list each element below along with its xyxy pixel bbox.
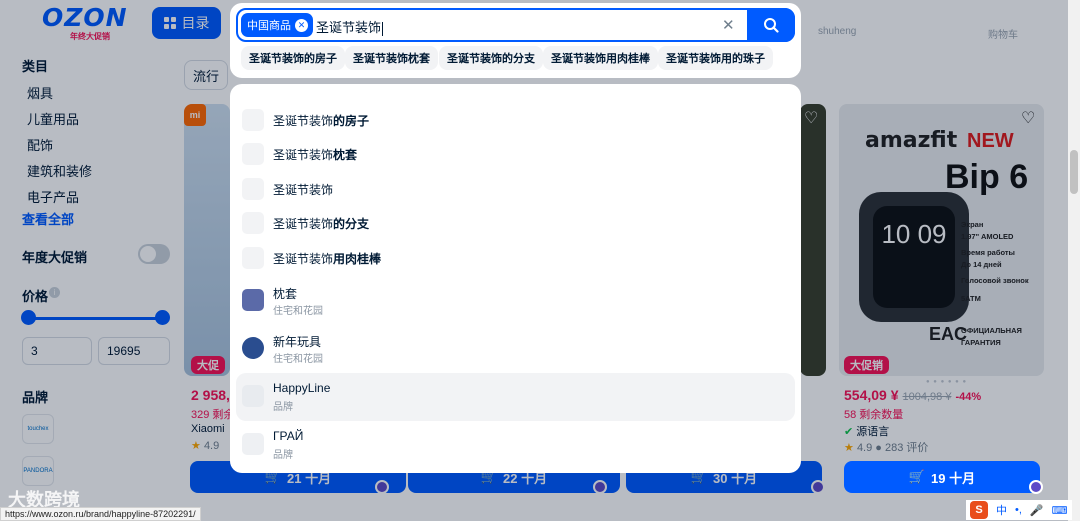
suggestion-chip[interactable]: 圣诞节装饰用的珠子 <box>658 46 773 70</box>
page-scrollbar[interactable] <box>1068 0 1080 521</box>
suggestion-chip[interactable]: 圣诞节装饰的分支 <box>439 46 543 70</box>
scrollbar-thumb[interactable] <box>1070 150 1078 194</box>
suggestion-item[interactable]: 圣诞节装饰的分支 <box>236 206 795 240</box>
search-button[interactable] <box>747 8 795 42</box>
suggestion-chip[interactable]: 圣诞节装饰用肉桂棒 <box>543 46 658 70</box>
keyboard-icon[interactable]: ⌨ <box>1052 504 1068 517</box>
suggestion-icon <box>242 212 264 234</box>
suggestion-item[interactable]: 圣诞节装饰用肉桂棒 <box>236 241 795 275</box>
ime-logo-icon: S <box>970 501 988 519</box>
promo-icon[interactable] <box>1029 480 1043 494</box>
search-query[interactable]: 圣诞节装饰 <box>316 17 384 36</box>
search-suggestions-dropdown: 圣诞节装饰的房子 圣诞节装饰枕套 圣诞节装饰 圣诞节装饰的分支 圣诞节装饰用肉桂… <box>230 84 801 473</box>
suggestion-icon <box>242 247 264 269</box>
suggestion-chip[interactable]: 圣诞节装饰的房子 <box>241 46 345 70</box>
search-panel: 中国商品 ✕ 圣诞节装饰 ✕ 圣诞节装饰的房子 圣诞节装饰枕套 圣诞节装饰的分支… <box>230 3 801 78</box>
ime-language[interactable]: 中 <box>996 502 1007 518</box>
brand-suggestion-hovered[interactable]: HappyLine 品牌 <box>236 373 795 421</box>
suggestion-chip[interactable]: 圣诞节装饰枕套 <box>345 46 438 70</box>
cart-icon: 🛒 <box>908 469 926 484</box>
close-icon[interactable]: ✕ <box>295 18 308 32</box>
browser-status-url: https://www.ozon.ru/brand/happyline-8720… <box>0 507 201 521</box>
punctuation-icon[interactable]: •, <box>1015 504 1022 516</box>
suggestion-item[interactable]: 圣诞节装饰枕套 <box>236 137 795 171</box>
suggestion-item[interactable]: 圣诞节装饰的房子 <box>236 103 795 137</box>
category-suggestion[interactable]: 枕套 住宅和花园 <box>236 277 795 325</box>
brand-suggestion[interactable]: ГРАЙ 品牌 <box>236 421 795 469</box>
suggestion-icon <box>242 143 264 165</box>
pillow-thumbnail <box>242 289 264 311</box>
microphone-icon[interactable]: 🎤 <box>1030 504 1044 517</box>
brand-thumbnail <box>242 385 264 407</box>
suggestion-icon <box>242 109 264 131</box>
scope-chip-label: 中国商品 <box>247 20 291 32</box>
brand-thumbnail <box>242 433 264 455</box>
ime-toolbar[interactable]: S 中 •, 🎤 ⌨ <box>966 500 1072 520</box>
search-input[interactable]: 中国商品 ✕ 圣诞节装饰 ✕ <box>236 8 795 42</box>
clear-icon[interactable]: ✕ <box>722 16 735 34</box>
suggestion-icon <box>242 178 264 200</box>
delivery-button[interactable]: 🛒 19 十月 <box>844 461 1040 493</box>
category-suggestion[interactable]: 新年玩具 住宅和花园 <box>236 325 795 373</box>
scope-chip[interactable]: 中国商品 ✕ <box>241 13 313 37</box>
search-icon <box>764 18 779 33</box>
ornament-thumbnail <box>242 337 264 359</box>
suggestion-item[interactable]: 圣诞节装饰 <box>236 172 795 206</box>
